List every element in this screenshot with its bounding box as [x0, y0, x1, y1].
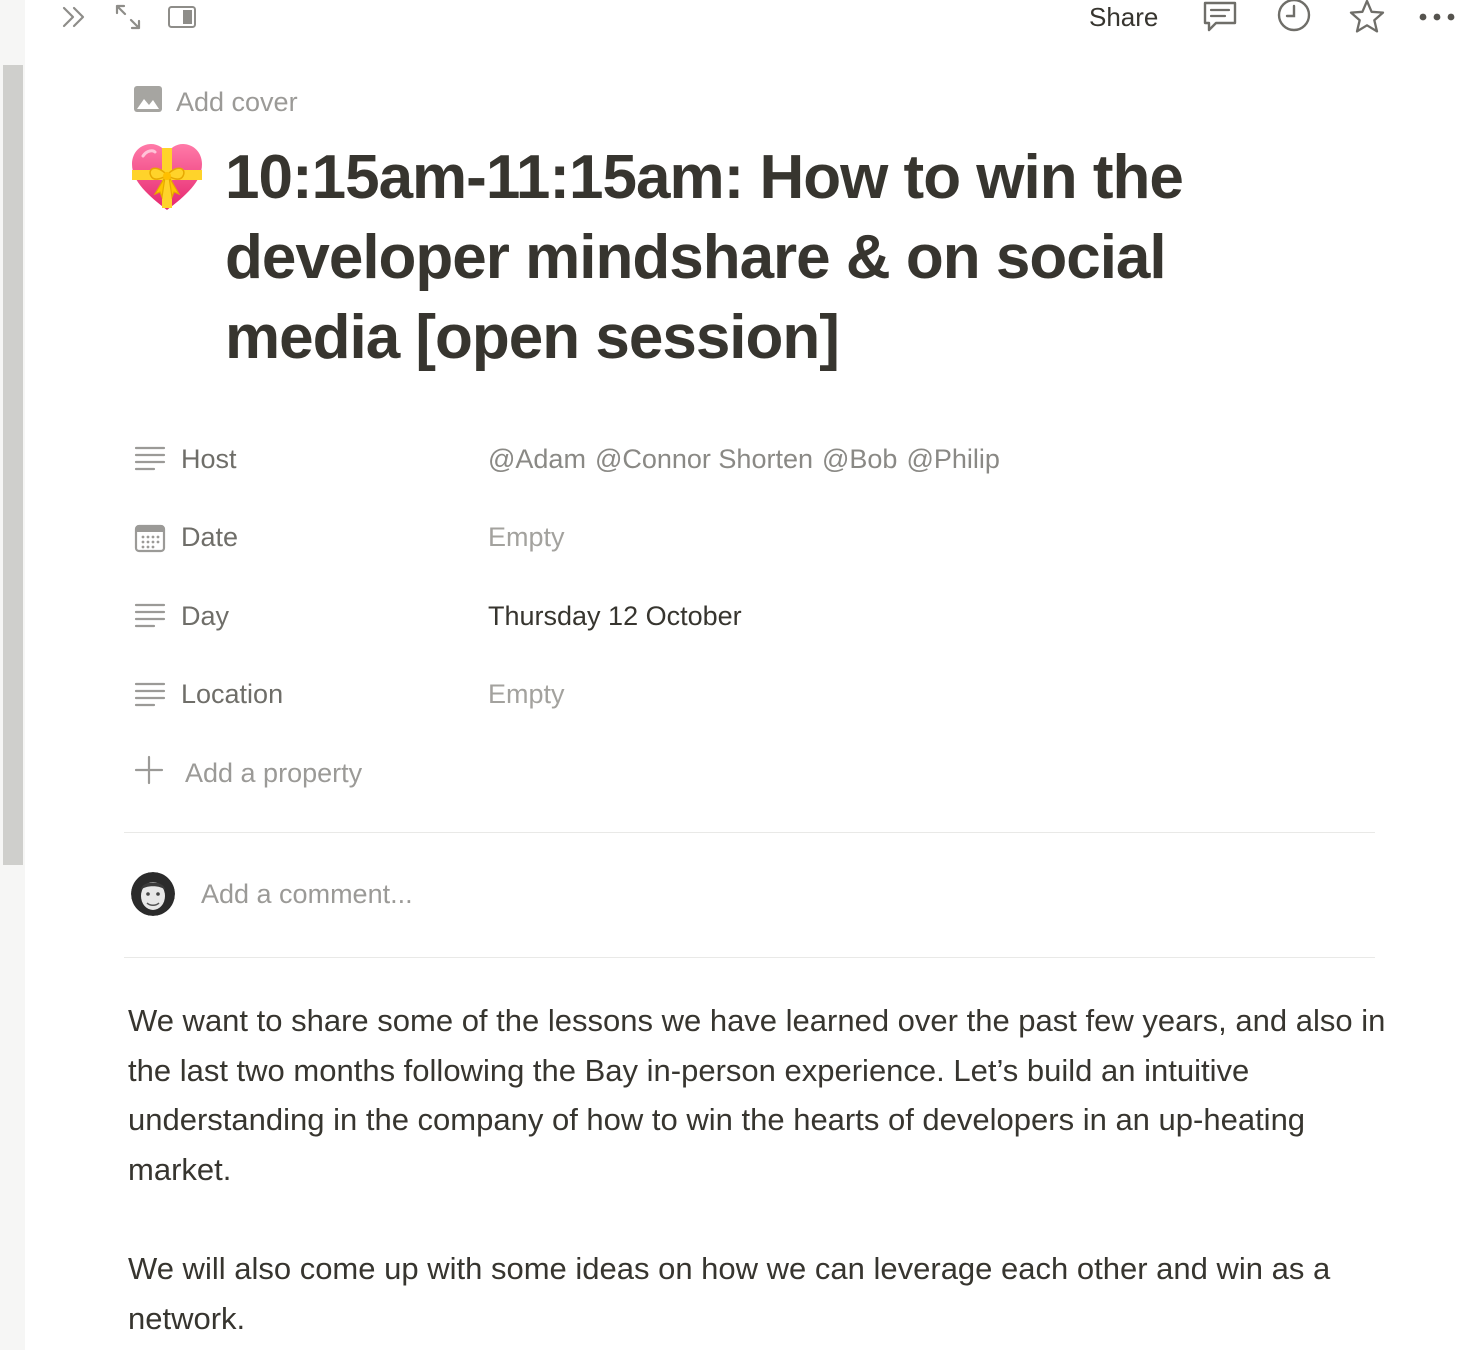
add-property-row: Add a property: [133, 734, 1373, 813]
sidebar-scrollbar[interactable]: [3, 65, 23, 865]
more-options-icon[interactable]: [1417, 0, 1459, 34]
text-lines-icon: [133, 599, 167, 633]
sidebar-strip: [0, 0, 26, 1350]
body-paragraph[interactable]: We want to share some of the lessons we …: [128, 996, 1388, 1194]
property-location: Location Empty: [133, 656, 1373, 735]
property-key[interactable]: Host: [133, 435, 488, 483]
user-mention[interactable]: @Philip: [906, 444, 999, 475]
property-key-label: Day: [181, 600, 230, 631]
open-sidebar-icon[interactable]: [57, 0, 93, 34]
page-title[interactable]: 10:15am-11:15am: How to win the develope…: [225, 138, 1345, 378]
divider: [124, 832, 1375, 833]
property-value[interactable]: Thursday 12 October: [488, 592, 742, 640]
image-icon: [133, 84, 163, 121]
add-cover-button[interactable]: Add cover: [133, 84, 298, 120]
plus-icon: [133, 754, 165, 793]
page: Share Add cover 10:15am-11:15am: How to …: [25, 0, 1461, 1350]
clock-icon[interactable]: [1273, 0, 1315, 34]
user-mention[interactable]: @Adam: [488, 444, 586, 475]
calendar-icon: [133, 521, 167, 555]
property-key-label: Date: [181, 522, 239, 553]
user-mention[interactable]: @Connor Shorten: [595, 444, 813, 475]
property-host: Host @Adam @Connor Shorten @Bob @Philip: [133, 420, 1373, 499]
property-key[interactable]: Date: [133, 514, 488, 562]
heart-with-ribbon-icon[interactable]: [129, 140, 205, 216]
comment-composer: [131, 872, 1101, 916]
comments-icon[interactable]: [1199, 0, 1241, 34]
property-value[interactable]: @Adam @Connor Shorten @Bob @Philip: [488, 435, 1009, 483]
properties-list: Host @Adam @Connor Shorten @Bob @Philip …: [133, 420, 1373, 813]
property-key[interactable]: Location: [133, 671, 488, 719]
divider: [124, 957, 1375, 958]
favorite-star-icon[interactable]: [1345, 0, 1389, 34]
property-day: Day Thursday 12 October: [133, 577, 1373, 656]
text-lines-icon: [133, 678, 167, 712]
user-mention[interactable]: @Bob: [822, 444, 897, 475]
add-property-button[interactable]: Add a property: [133, 749, 362, 797]
avatar: [131, 872, 175, 916]
comment-input[interactable]: [201, 878, 1101, 910]
property-value[interactable]: Empty: [488, 671, 565, 719]
property-value[interactable]: Empty: [488, 514, 565, 562]
side-peek-icon[interactable]: [165, 0, 199, 34]
property-key-label: Host: [181, 443, 237, 474]
expand-icon[interactable]: [111, 0, 145, 34]
property-key-label: Location: [181, 679, 284, 710]
add-cover-label: Add cover: [176, 86, 298, 117]
property-key[interactable]: Day: [133, 592, 488, 640]
add-property-label: Add a property: [185, 757, 363, 788]
share-button[interactable]: Share: [1089, 0, 1158, 34]
property-date: Date Empty: [133, 499, 1373, 578]
topbar: Share: [25, 0, 1461, 36]
body-paragraph[interactable]: We will also come up with some ideas on …: [128, 1244, 1388, 1343]
text-lines-icon: [133, 442, 167, 476]
